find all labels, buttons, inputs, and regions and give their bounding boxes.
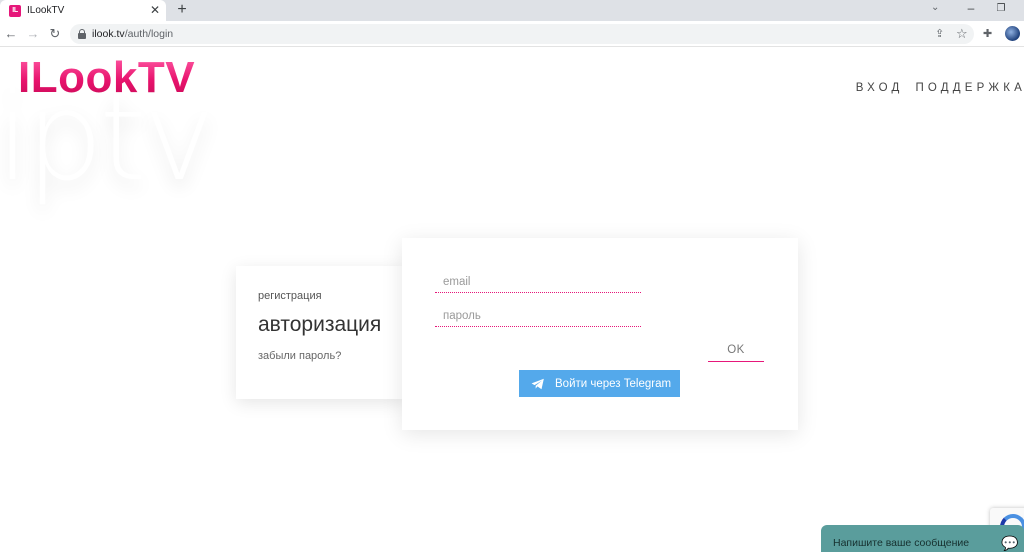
tab-close-icon[interactable]: ✕ bbox=[148, 3, 162, 17]
telegram-login-label: Войти через Telegram bbox=[555, 377, 672, 390]
chat-widget[interactable]: Напишите ваше сообщение 💬 bbox=[821, 525, 1024, 552]
email-field[interactable] bbox=[435, 271, 641, 293]
back-arrow-icon[interactable]: ← bbox=[2, 25, 20, 43]
password-field[interactable] bbox=[435, 305, 641, 327]
browser-toolbar: ← → ↻ ilook.tv/auth/login bbox=[0, 21, 1024, 47]
nav-link-login[interactable]: ВХОД bbox=[856, 82, 904, 94]
auth-mode-card: регистрация авторизация забыли пароль? bbox=[236, 266, 406, 399]
chat-widget-label: Напишите ваше сообщение bbox=[833, 537, 970, 549]
url-text[interactable]: ilook.tv/auth/login bbox=[92, 28, 173, 40]
new-tab-icon[interactable]: + bbox=[174, 1, 190, 19]
page-content: iptv ILookTV ВХОД ПОДДЕРЖКА регистрация … bbox=[0, 48, 1024, 552]
nav-link-support[interactable]: ПОДДЕРЖКА bbox=[915, 82, 1024, 94]
tab-title: ILookTV bbox=[27, 5, 65, 16]
address-bar[interactable]: ilook.tv/auth/login bbox=[70, 24, 974, 44]
site-favicon-icon: IL bbox=[9, 4, 21, 17]
browser-tab[interactable]: IL ILookTV ✕ bbox=[0, 0, 166, 21]
bookmark-star-icon[interactable]: ☆ bbox=[956, 26, 968, 42]
browser-tab-bar: IL ILookTV ✕ + ⌄ – ❐ bbox=[0, 0, 1024, 21]
forward-arrow-icon[interactable]: → bbox=[24, 25, 42, 43]
login-form-card: OK Войти через Telegram bbox=[402, 238, 798, 430]
extensions-puzzle-icon[interactable]: ✚ bbox=[983, 27, 992, 40]
ok-button[interactable]: OK bbox=[708, 339, 764, 362]
reload-icon[interactable]: ↻ bbox=[46, 25, 64, 43]
share-icon[interactable]: ⇪ bbox=[935, 27, 944, 40]
lock-icon[interactable] bbox=[78, 29, 86, 39]
telegram-plane-icon bbox=[531, 378, 544, 389]
top-navigation: ВХОД ПОДДЕРЖКА bbox=[856, 82, 1024, 94]
forgot-password-link[interactable]: забыли пароль? bbox=[258, 350, 341, 362]
auth-title: авторизация bbox=[258, 313, 382, 336]
window-minimize-icon[interactable]: – bbox=[964, 0, 978, 18]
telegram-login-button[interactable]: Войти через Telegram bbox=[519, 370, 680, 397]
profile-avatar[interactable] bbox=[1005, 26, 1020, 41]
tab-search-icon[interactable]: ⌄ bbox=[931, 2, 939, 13]
window-restore-icon[interactable]: ❐ bbox=[994, 0, 1008, 18]
register-link[interactable]: регистрация bbox=[258, 290, 322, 302]
chat-bubble-icon: 💬 bbox=[1001, 535, 1019, 551]
site-logo[interactable]: ILookTV bbox=[18, 56, 195, 100]
